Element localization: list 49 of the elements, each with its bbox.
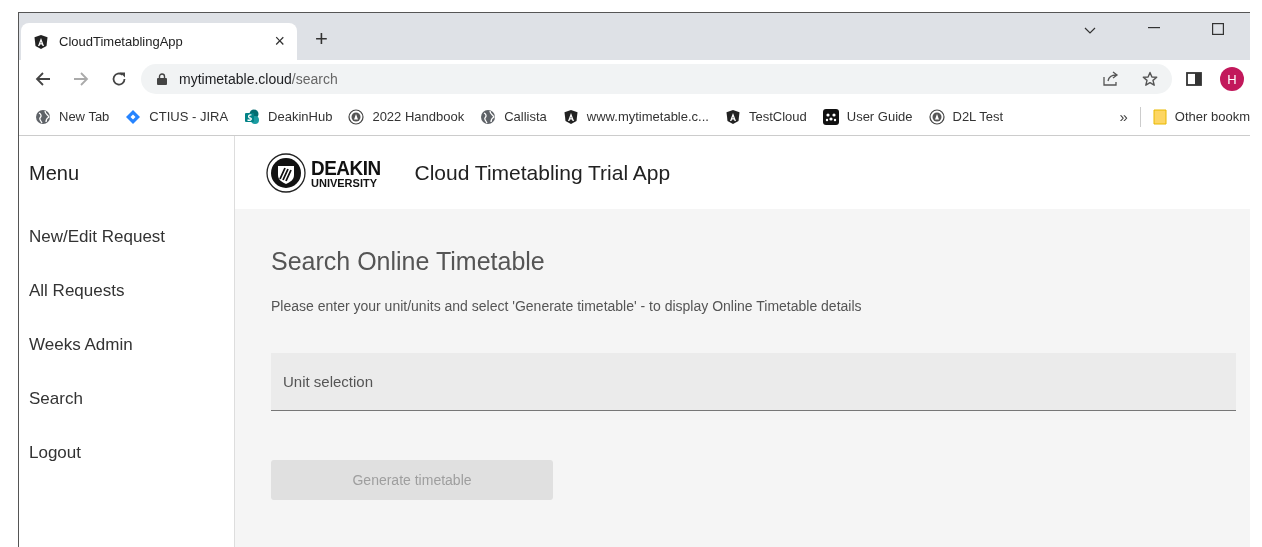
people-icon [822, 108, 839, 125]
reload-icon[interactable] [111, 71, 127, 87]
bookmark[interactable]: DeakinHub [236, 108, 341, 125]
seal-icon [348, 108, 365, 125]
shield-icon [562, 108, 579, 125]
lock-icon [157, 73, 167, 85]
bookmark[interactable]: CTIUS - JIRA [117, 108, 237, 125]
bookmark[interactable]: New Tab [27, 108, 118, 125]
close-tab-button[interactable]: × [274, 31, 285, 52]
other-bookmarks-folder[interactable]: Other bookm [1144, 108, 1250, 125]
maximize-icon[interactable] [1212, 23, 1224, 35]
tab-search-icon[interactable] [1084, 27, 1096, 35]
more-bookmarks-button[interactable]: » [1111, 108, 1136, 125]
shield-icon [724, 108, 741, 125]
logo-subtitle: UNIVERSITY [311, 177, 378, 189]
shield-icon [33, 33, 49, 50]
browser-tab[interactable]: CloudTimetablingApp × [21, 23, 297, 60]
seal-icon [928, 108, 945, 125]
minimize-icon[interactable] [1148, 27, 1160, 29]
bookmark[interactable]: D2L Test [920, 108, 1012, 125]
star-icon[interactable] [1142, 71, 1158, 87]
bookmark[interactable]: Callista [472, 108, 555, 125]
shield-logo-icon [266, 152, 306, 193]
unit-selection-field[interactable]: Unit selection [271, 353, 1236, 411]
menu-title: Menu [29, 160, 81, 186]
bookmark[interactable]: User Guide [814, 108, 921, 125]
bookmark[interactable]: 2022 Handbook [340, 108, 473, 125]
menu-item[interactable]: Weeks Admin [29, 318, 224, 372]
diamond-icon [125, 108, 142, 125]
menu-item[interactable]: New/Edit Request [29, 210, 224, 264]
share-icon[interactable] [1102, 71, 1120, 87]
page-heading: Search Online Timetable [271, 247, 546, 276]
new-tab-button[interactable]: + [315, 26, 328, 52]
address-bar[interactable]: mytimetable.cloud/search [141, 64, 1172, 94]
menu-item[interactable]: All Requests [29, 264, 224, 318]
app-title: Cloud Timetabling Trial App [414, 160, 671, 185]
logo-title: DEAKIN [311, 156, 381, 178]
instructions-text: Please enter your unit/units and select 'Generate timetable' - to display Online Timetable details [271, 298, 863, 314]
side-panel-icon[interactable] [1186, 71, 1202, 87]
bookmark[interactable]: TestCloud [716, 108, 815, 125]
folder-icon [1152, 108, 1167, 125]
profile-avatar[interactable]: H [1220, 67, 1244, 91]
menu-item[interactable]: Search [29, 372, 224, 426]
globe-icon [480, 108, 497, 125]
back-icon[interactable] [35, 71, 51, 87]
globe-icon [35, 108, 51, 125]
bookmark[interactable]: www.mytimetable.c... [554, 108, 717, 125]
sharepoint-icon [244, 108, 261, 125]
menu-item[interactable]: Logout [29, 426, 224, 480]
